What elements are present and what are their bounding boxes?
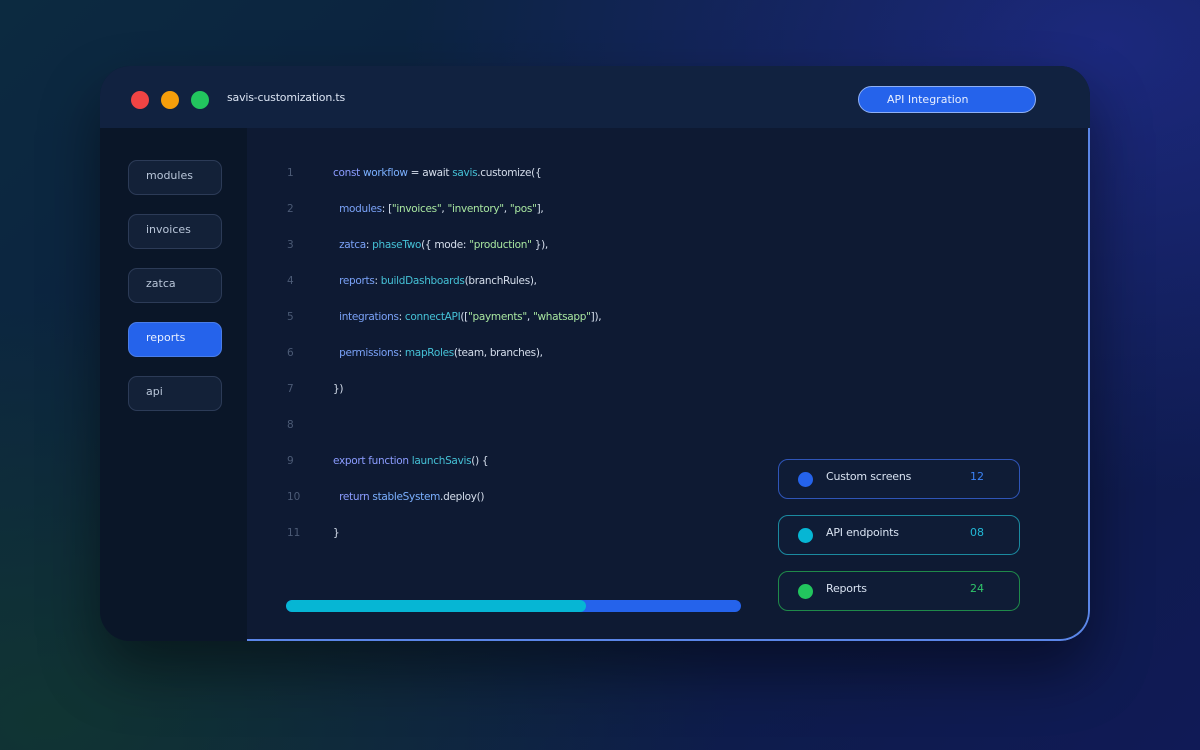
- code-token: = await: [407, 167, 453, 179]
- line-number: 5: [287, 311, 294, 323]
- line-number: 11: [287, 527, 301, 539]
- code-token: }),: [531, 239, 549, 251]
- api-integration-button[interactable]: API Integration: [858, 86, 1036, 113]
- code-token: integrations: [333, 311, 399, 323]
- code-token: "whatsapp": [532, 311, 591, 323]
- code-token: () {: [471, 455, 489, 467]
- code-text: integrations: connectAPI(["payments", "w…: [333, 311, 602, 323]
- code-token: buildDashboards: [380, 275, 465, 287]
- sidebar-item-invoices[interactable]: invoices: [128, 214, 222, 249]
- code-token: reports: [333, 275, 375, 287]
- code-token: mapRoles: [404, 347, 454, 359]
- stat-label: Custom screens: [826, 470, 912, 483]
- code-token: modules: [333, 203, 382, 215]
- stat-value: 12: [970, 470, 984, 483]
- code-editor[interactable]: 1 const workflow = await savis.customize(…: [247, 128, 1090, 641]
- minimize-window-button[interactable]: [161, 91, 179, 109]
- status-dot-icon: [798, 472, 813, 487]
- code-token: "invoices": [391, 203, 442, 215]
- sidebar: modules invoices zatca reports api: [100, 128, 247, 641]
- title-bar: savis-customization.ts API Integration: [100, 66, 1090, 128]
- progress-bar: [286, 600, 741, 612]
- code-token: const: [333, 167, 363, 179]
- code-text: permissions: mapRoles(team, branches),: [333, 347, 543, 359]
- code-token: (branchRules),: [464, 275, 537, 287]
- code-token: .customize: [477, 167, 532, 179]
- file-name: savis-customization.ts: [227, 91, 346, 104]
- code-token: }: [333, 527, 340, 539]
- code-token: "production": [469, 239, 532, 251]
- line-number: 10: [287, 491, 301, 503]
- stat-label: Reports: [826, 582, 867, 595]
- code-text: zatca: phaseTwo({ mode: "production" }),: [333, 239, 548, 251]
- line-number: 2: [287, 203, 294, 215]
- code-token: ]),: [590, 311, 602, 323]
- code-token: ({: [531, 167, 542, 179]
- stat-value: 24: [970, 582, 984, 595]
- code-token: export function: [333, 455, 412, 467]
- code-token: .deploy(): [440, 491, 485, 503]
- code-text: }): [333, 383, 343, 395]
- line-number: 8: [287, 419, 294, 431]
- code-text: }: [333, 527, 340, 539]
- maximize-window-button[interactable]: [191, 91, 209, 109]
- code-token: "inventory": [447, 203, 504, 215]
- line-number: 7: [287, 383, 294, 395]
- status-dot-icon: [798, 584, 813, 599]
- code-token: ([: [460, 311, 468, 323]
- status-dot-icon: [798, 528, 813, 543]
- code-token: "payments": [467, 311, 527, 323]
- sidebar-item-reports[interactable]: reports: [128, 322, 222, 357]
- code-text: reports: buildDashboards(branchRules),: [333, 275, 537, 287]
- code-token: }): [333, 383, 344, 395]
- code-token: : [: [381, 203, 392, 215]
- line-number: 4: [287, 275, 294, 287]
- code-token: savis: [452, 167, 478, 179]
- stat-card-reports: Reports 24: [778, 571, 1020, 611]
- code-text: modules: ["invoices", "inventory", "pos"…: [333, 203, 544, 215]
- code-token: ],: [536, 203, 544, 215]
- sidebar-item-modules[interactable]: modules: [128, 160, 222, 195]
- code-token: zatca: [333, 239, 366, 251]
- stat-label: API endpoints: [826, 526, 899, 539]
- code-token: workflow: [362, 167, 408, 179]
- line-number: 9: [287, 455, 294, 467]
- code-text: const workflow = await savis.customize({: [333, 167, 542, 179]
- progress-bar-fill: [286, 600, 587, 612]
- code-token: permissions: [333, 347, 399, 359]
- code-token: launchSavis: [411, 455, 472, 467]
- code-token: (team, branches),: [453, 347, 543, 359]
- line-number: 1: [287, 167, 294, 179]
- sidebar-item-zatca[interactable]: zatca: [128, 268, 222, 303]
- code-token: phaseTwo: [372, 239, 422, 251]
- code-token: stableSystem: [372, 491, 441, 503]
- close-window-button[interactable]: [131, 91, 149, 109]
- code-token: ({ mode:: [421, 239, 470, 251]
- line-number: 6: [287, 347, 294, 359]
- code-token: "pos": [509, 203, 537, 215]
- code-text: return stableSystem.deploy(): [333, 491, 484, 503]
- code-text: export function launchSavis() {: [333, 455, 489, 467]
- code-window: savis-customization.ts API Integration m…: [100, 66, 1090, 641]
- sidebar-item-api[interactable]: api: [128, 376, 222, 411]
- stat-value: 08: [970, 526, 984, 539]
- code-token: return: [333, 491, 373, 503]
- stat-card-api-endpoints: API endpoints 08: [778, 515, 1020, 555]
- line-number: 3: [287, 239, 294, 251]
- code-token: connectAPI: [404, 311, 461, 323]
- stat-card-custom-screens: Custom screens 12: [778, 459, 1020, 499]
